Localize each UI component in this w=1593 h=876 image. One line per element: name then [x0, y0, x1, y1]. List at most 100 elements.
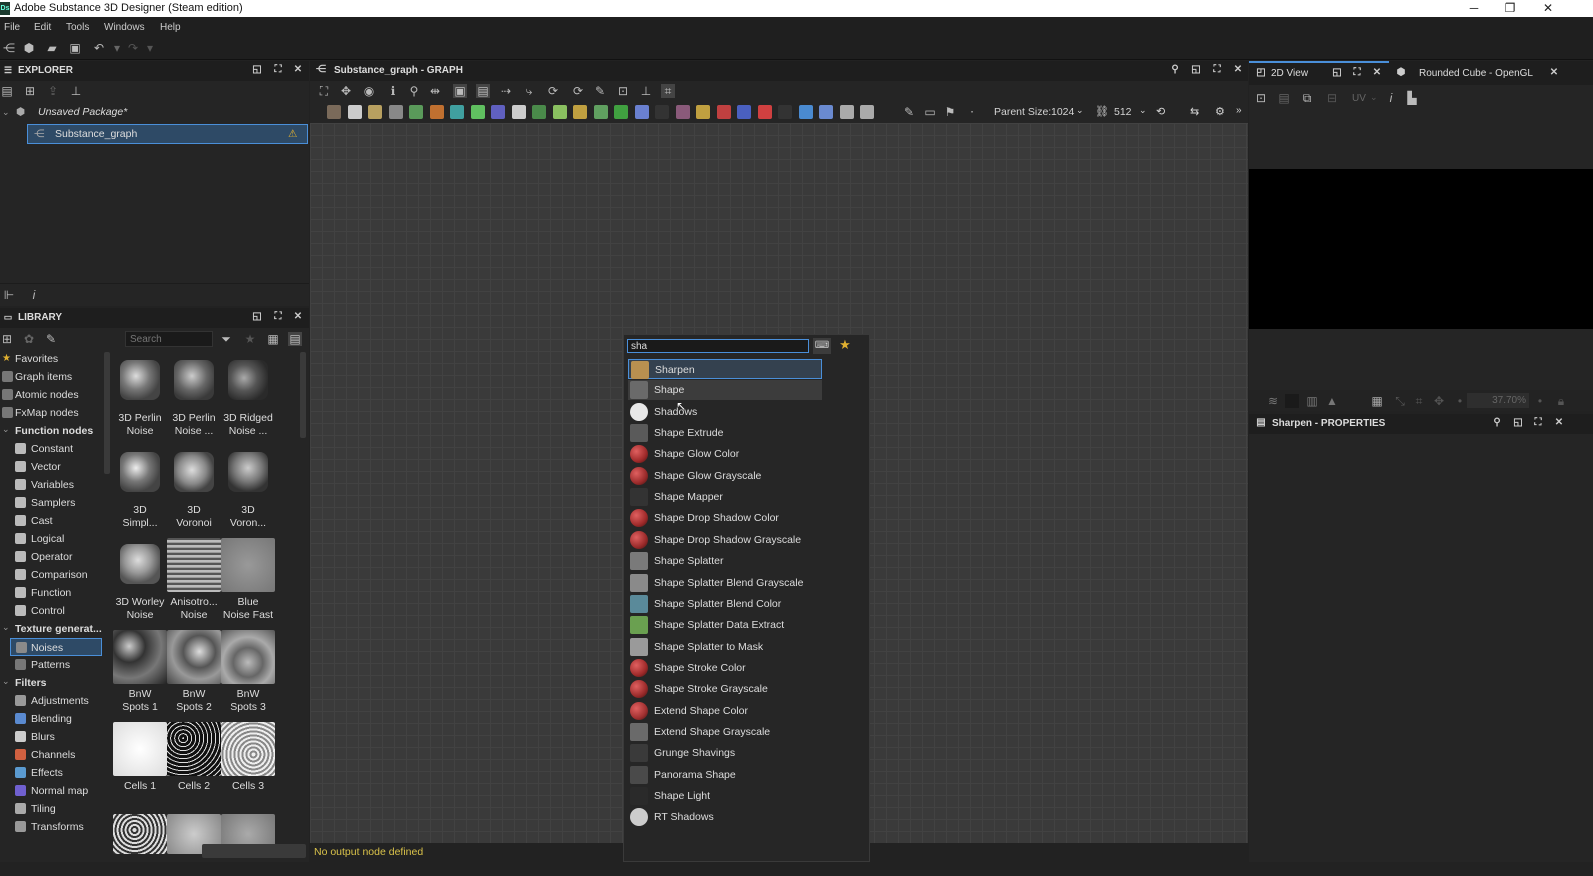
- library-category-function[interactable]: Function: [0, 584, 102, 602]
- save-icon[interactable]: ▣: [68, 41, 82, 55]
- fit-icon[interactable]: ⊡: [1254, 91, 1268, 105]
- histogram-scan-icon[interactable]: [614, 105, 628, 119]
- new-package-icon[interactable]: ⬢: [22, 41, 36, 55]
- chevron-down-icon[interactable]: ⌄: [1370, 92, 1378, 103]
- thumbnail-scrollbar[interactable]: [300, 352, 306, 438]
- search-result-item[interactable]: Shape Splatter to Mask: [628, 637, 822, 657]
- library-category-blending[interactable]: Blending: [0, 710, 102, 728]
- float-panel-icon[interactable]: ◱: [251, 311, 263, 323]
- library-category-cast[interactable]: Cast: [0, 512, 102, 530]
- layers-icon[interactable]: ≋: [1266, 394, 1280, 408]
- maximize-panel-icon[interactable]: ⛶: [272, 311, 284, 323]
- alpha-icon[interactable]: ▲: [1325, 394, 1339, 408]
- library-category-noises[interactable]: Noises: [10, 638, 102, 656]
- zoom-icon[interactable]: ⚲: [407, 84, 421, 98]
- parent-size-select[interactable]: 1024: [1051, 106, 1074, 118]
- compare-icon[interactable]: ⇆: [1190, 105, 1199, 118]
- info-icon[interactable]: i: [1384, 91, 1398, 105]
- pixel-processor-icon[interactable]: [634, 105, 649, 119]
- library-category-comparison[interactable]: Comparison: [0, 566, 102, 584]
- levels-icon[interactable]: [368, 105, 382, 119]
- svg-icon[interactable]: [778, 105, 792, 119]
- close-panel-icon[interactable]: ✕: [1371, 67, 1383, 79]
- bitmap-node-icon[interactable]: [327, 105, 341, 119]
- crop-icon[interactable]: ⌗: [1412, 394, 1426, 408]
- dot-node-icon[interactable]: ⋅: [965, 105, 979, 119]
- library-thumbnail[interactable]: [221, 538, 275, 592]
- close-window-button[interactable]: ✕: [1534, 0, 1562, 17]
- directional-warp-icon[interactable]: [470, 105, 485, 119]
- library-category-texture-generat[interactable]: ⌄ Texture generat...: [0, 620, 102, 638]
- maximize-panel-icon[interactable]: ⛶: [272, 64, 284, 76]
- library-category-control[interactable]: Control: [0, 602, 102, 620]
- fxmap-node-icon[interactable]: [655, 105, 669, 119]
- pin-node-icon[interactable]: ⚑: [943, 105, 957, 119]
- hierarchy-icon[interactable]: ⟳: [546, 84, 560, 98]
- distance-icon[interactable]: [675, 105, 690, 119]
- safe-transform-icon[interactable]: [737, 105, 751, 119]
- open-icon[interactable]: ▰: [45, 41, 59, 55]
- filter-icon[interactable]: ⏷: [219, 332, 233, 346]
- float-panel-icon[interactable]: ◱: [1512, 417, 1524, 429]
- library-thumbnail[interactable]: [228, 360, 268, 400]
- tools-icon[interactable]: ✎: [593, 84, 607, 98]
- comment-icon[interactable]: ✎: [902, 105, 916, 119]
- collapse-arrow-icon[interactable]: ⌄: [2, 103, 10, 121]
- search-result-item[interactable]: Shape Stroke Color: [628, 658, 822, 678]
- link-icon[interactable]: ⤷: [522, 84, 536, 98]
- graph-row[interactable]: ⋲ Substance_graph ⚠: [27, 124, 308, 144]
- library-thumbnail[interactable]: [120, 360, 160, 400]
- output-size-select[interactable]: 512: [1114, 106, 1132, 118]
- favorite-filter-icon[interactable]: ★: [243, 332, 257, 346]
- library-category-operator[interactable]: Operator: [0, 548, 102, 566]
- search-result-item[interactable]: RT Shadows: [628, 807, 822, 827]
- frame-icon[interactable]: ⛶: [317, 84, 331, 98]
- info-icon[interactable]: i: [27, 288, 41, 302]
- horizontal-scrollbar[interactable]: [202, 844, 306, 858]
- output-node-icon[interactable]: [819, 105, 833, 119]
- close-panel-icon[interactable]: ✕: [1553, 417, 1565, 429]
- menu-windows[interactable]: Windows: [104, 22, 145, 33]
- zoom-field[interactable]: 37.70%: [1467, 393, 1529, 408]
- remove-icon[interactable]: ✿: [22, 332, 36, 346]
- minimize-button[interactable]: ─: [1460, 0, 1488, 17]
- publish-icon[interactable]: ⊥: [69, 84, 83, 98]
- menu-help[interactable]: Help: [160, 22, 181, 33]
- channels-icon[interactable]: ▥: [1305, 394, 1319, 408]
- menu-tools[interactable]: Tools: [66, 22, 89, 33]
- export-icon[interactable]: ⇪: [46, 84, 60, 98]
- blend-node-icon[interactable]: [491, 105, 505, 119]
- library-category-function-nodes[interactable]: ⌄ Function nodes: [0, 422, 102, 440]
- search-result-item[interactable]: Shape Splatter Blend Grayscale: [628, 573, 822, 593]
- channel-shuffle-icon[interactable]: [532, 105, 546, 119]
- keyboard-icon[interactable]: ⌨: [813, 338, 831, 354]
- save-image-icon[interactable]: ▤: [1277, 91, 1291, 105]
- redo-history-icon[interactable]: ▾: [143, 41, 157, 55]
- text-icon[interactable]: [716, 105, 731, 119]
- search-result-item[interactable]: Shape Glow Color: [628, 444, 822, 464]
- overflow-icon[interactable]: »: [1236, 105, 1242, 116]
- library-category-atomic-nodes[interactable]: Atomic nodes: [0, 386, 102, 404]
- library-thumbnail[interactable]: [221, 722, 275, 776]
- maximize-panel-icon[interactable]: ⛶: [1211, 64, 1223, 76]
- library-category-constant[interactable]: Constant: [0, 440, 102, 458]
- grid-icon[interactable]: ⌗: [661, 84, 675, 98]
- refresh-icon[interactable]: ⟳: [571, 84, 585, 98]
- grid-icon[interactable]: ▦: [1370, 394, 1384, 408]
- settings-icon[interactable]: ⚙: [1215, 105, 1225, 118]
- library-category-patterns[interactable]: Patterns: [0, 656, 102, 674]
- lock-icon[interactable]: 🔒︎: [1554, 394, 1568, 408]
- redo-icon[interactable]: ↷: [126, 41, 140, 55]
- background-icon[interactable]: [1285, 394, 1299, 408]
- hsl-icon[interactable]: [429, 105, 444, 119]
- input-node-icon[interactable]: [798, 105, 813, 119]
- save-package-icon[interactable]: ▤: [0, 84, 14, 98]
- library-category-favorites[interactable]: ★ Favorites: [0, 350, 102, 368]
- pin-icon[interactable]: ⚲: [1491, 417, 1503, 429]
- library-thumbnail[interactable]: [228, 452, 268, 492]
- search-result-item[interactable]: Grunge Shavings: [628, 743, 822, 763]
- value-processor-icon[interactable]: [839, 105, 854, 119]
- close-panel-icon[interactable]: ✕: [292, 311, 304, 323]
- pin-icon[interactable]: ⚲: [1169, 64, 1181, 76]
- library-thumbnail[interactable]: [113, 630, 167, 684]
